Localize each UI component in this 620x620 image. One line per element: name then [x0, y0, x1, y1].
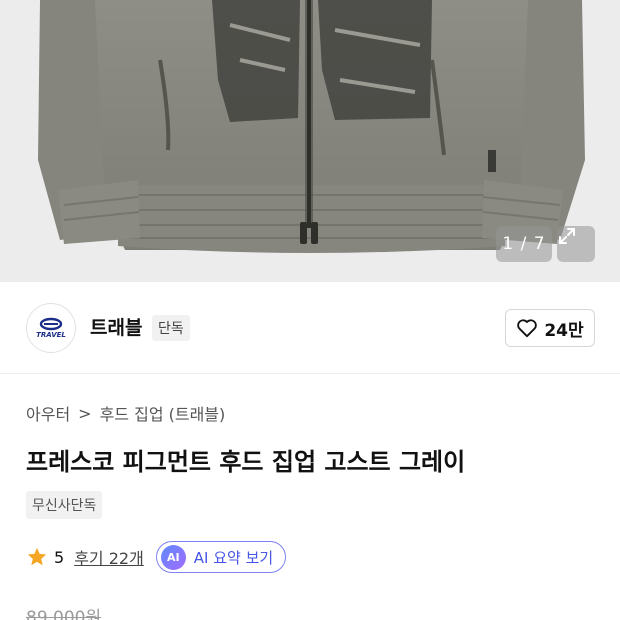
like-count: 24만: [544, 320, 584, 341]
like-button[interactable]: 24만: [505, 309, 595, 347]
travel-logo-icon: TRAVEL: [36, 317, 66, 339]
brand-row: TRAVEL 트래블 단독 24만: [0, 282, 620, 374]
image-counter: 1 / 7: [496, 226, 552, 262]
star-icon: [27, 547, 47, 566]
brand-logo[interactable]: TRAVEL: [26, 303, 76, 353]
expand-icon: [559, 228, 575, 244]
reviews-link[interactable]: 후기 22개: [74, 545, 144, 569]
rating-value: 5: [54, 547, 65, 567]
breadcrumb: 아우터 > 후드 집업 (트래블): [26, 401, 225, 425]
rating-row: 5 후기 22개 AI AI 요약 보기: [26, 541, 287, 573]
original-price: 89,000원: [26, 608, 102, 620]
svg-text:TRAVEL: TRAVEL: [36, 331, 66, 339]
breadcrumb-subcategory[interactable]: 후드 집업 (트래블): [100, 401, 226, 425]
image-counter-text: 1 / 7: [502, 234, 546, 254]
exclusive-badge: 무신사단독: [26, 491, 103, 519]
ai-summary-button[interactable]: AI AI 요약 보기: [155, 541, 287, 573]
product-image-gallery[interactable]: 1 / 7: [0, 0, 620, 282]
brand-name[interactable]: 트래블: [90, 313, 142, 340]
product-title: 프레스코 피그먼트 후드 집업 고스트 그레이: [26, 448, 466, 476]
heart-icon: [517, 319, 538, 338]
brand-exclusive-tag: 단독: [152, 315, 190, 341]
ai-icon: AI: [160, 544, 186, 570]
expand-image-button[interactable]: [557, 226, 595, 262]
breadcrumb-separator: >: [78, 403, 92, 423]
ai-summary-label: AI 요약 보기: [193, 548, 274, 567]
breadcrumb-category[interactable]: 아우터: [26, 401, 70, 425]
